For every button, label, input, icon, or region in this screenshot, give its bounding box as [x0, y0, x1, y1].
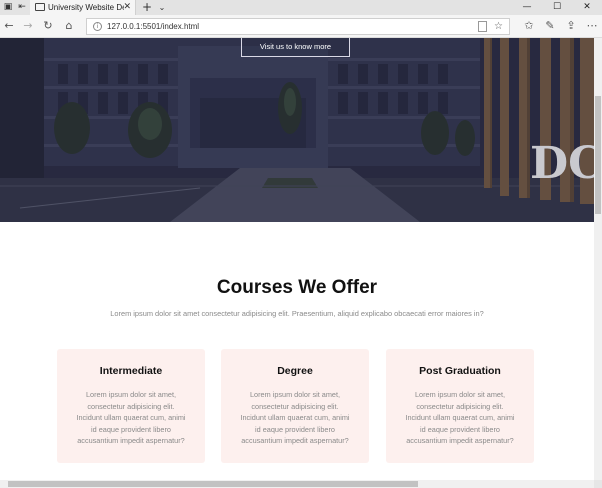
scrollbar-corner	[594, 480, 602, 488]
course-card-line: Incidunt ullam quaerat cum, animi	[405, 413, 515, 423]
favorites-icon[interactable]: ✩	[522, 19, 536, 33]
hero-section: DC Visit us to know more	[0, 38, 594, 222]
refresh-icon[interactable]: ↻	[41, 19, 55, 33]
minimize-icon[interactable]: —	[512, 0, 542, 15]
course-card-text: Lorem ipsum dolor sit amet, consectetur …	[398, 389, 522, 447]
back-icon[interactable]: ←	[2, 19, 16, 33]
course-card-text: Lorem ipsum dolor sit amet, consectetur …	[69, 389, 193, 447]
tab-menu-icon[interactable]: ⌄	[156, 0, 168, 15]
course-card-title: Intermediate	[99, 365, 163, 377]
page-viewport: DC Visit us to know more Courses We Offe…	[0, 38, 594, 480]
page-icon	[35, 3, 45, 11]
horizontal-scrollbar[interactable]	[0, 480, 594, 488]
course-card-line: Lorem ipsum dolor sit amet,	[85, 390, 177, 399]
share-icon[interactable]: ⇪	[564, 19, 578, 33]
course-card-line: Incidunt ullam quaerat cum, animi	[240, 413, 350, 423]
address-url[interactable]: 127.0.0.1:5501/index.html	[107, 20, 199, 34]
reading-view-icon[interactable]	[478, 21, 487, 32]
course-card-line: Incidunt ullam quaerat cum, animi	[76, 413, 186, 423]
address-bar[interactable]: i 127.0.0.1:5501/index.html ☆	[86, 18, 510, 35]
course-card-line: consectetur adipisicing elit.	[251, 401, 339, 411]
tab-preview-icon[interactable]: ▣	[2, 2, 14, 13]
course-card-line: consectetur adipisicing elit.	[87, 401, 175, 411]
courses-heading: Courses We Offer	[216, 277, 378, 298]
tab-title: University Website Desi	[48, 3, 124, 12]
course-card-line: Lorem ipsum dolor sit amet,	[249, 390, 341, 399]
set-aside-tabs-icon[interactable]: ⇤	[16, 2, 28, 13]
course-card-line: consectetur adipisicing elit.	[416, 401, 504, 411]
course-card-line: Lorem ipsum dolor sit amet,	[414, 390, 506, 399]
campus-photo: DC	[0, 38, 594, 222]
more-icon[interactable]: ⋯	[585, 19, 599, 33]
new-tab-icon[interactable]: +	[140, 0, 154, 15]
course-card-degree: Degree Lorem ipsum dolor sit amet, conse…	[221, 349, 369, 463]
home-icon[interactable]: ⌂	[62, 19, 76, 33]
course-card-intermediate: Intermediate Lorem ipsum dolor sit amet,…	[57, 349, 205, 463]
course-card-line: accusantium impedit aspernatur?	[406, 436, 514, 446]
browser-tab[interactable]: University Website Desi ✕	[30, 0, 136, 15]
vertical-scroll-thumb[interactable]	[595, 96, 601, 214]
close-tab-icon[interactable]: ✕	[123, 1, 131, 14]
horizontal-scroll-thumb[interactable]	[8, 481, 418, 487]
course-card-title: Degree	[277, 365, 313, 377]
close-window-icon[interactable]: ✕	[572, 0, 602, 15]
forward-icon[interactable]: →	[21, 19, 35, 33]
course-card-line: accusantium impedit aspernatur?	[77, 436, 185, 446]
course-card-line: id eaque provident libero	[420, 424, 500, 434]
course-card-post-graduation: Post Graduation Lorem ipsum dolor sit am…	[386, 349, 534, 463]
vertical-scrollbar[interactable]	[594, 38, 602, 480]
visit-us-button[interactable]: Visit us to know more	[241, 38, 350, 57]
course-card-line: id eaque provident libero	[255, 424, 335, 434]
maximize-icon[interactable]: ☐	[542, 0, 572, 15]
courses-subtitle: Lorem ipsum dolor sit amet consectetur a…	[110, 309, 484, 318]
course-card-text: Lorem ipsum dolor sit amet, consectetur …	[233, 389, 357, 447]
navigation-bar: ← → ↻ ⌂ i 127.0.0.1:5501/index.html ☆ ✩ …	[0, 15, 602, 38]
course-card-line: accusantium impedit aspernatur?	[241, 436, 349, 446]
campus-sign-text: DC	[530, 138, 594, 189]
site-info-icon[interactable]: i	[93, 22, 102, 31]
course-card-title: Post Graduation	[419, 365, 501, 377]
notes-icon[interactable]: ✎	[543, 19, 557, 33]
tab-bar: ▣ ⇤ University Website Desi ✕ + ⌄ — ☐ ✕	[0, 0, 602, 15]
course-card-line: id eaque provident libero	[91, 424, 171, 434]
favorite-star-icon[interactable]: ☆	[494, 20, 503, 34]
